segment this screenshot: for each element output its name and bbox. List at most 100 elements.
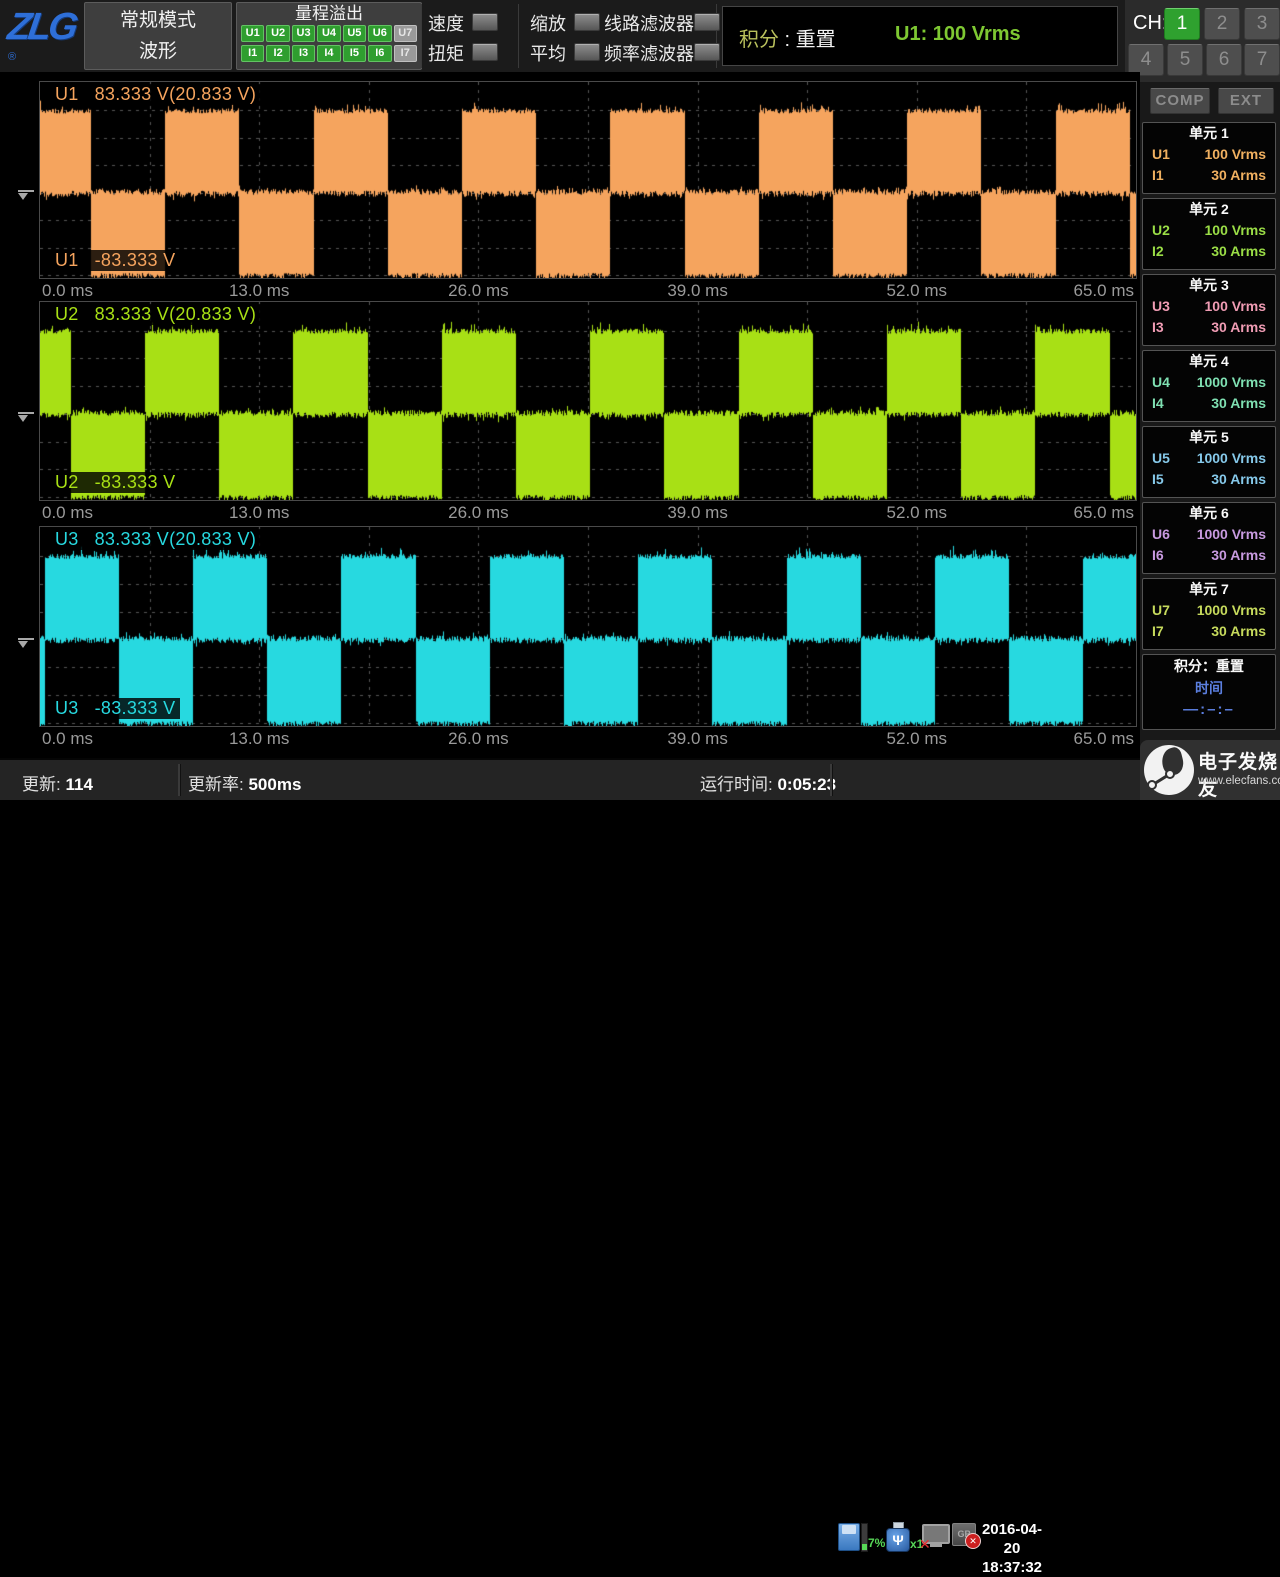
u3-scale-label: U383.333 V(20.833 V) [50,529,261,550]
time-tick: 65.0 ms [1074,729,1134,749]
time-tick: 0.0 ms [42,729,93,749]
unit-voltage-row: U1100 Vrms [1143,144,1275,165]
right-sidebar: COMP EXT 单元 1U1100 VrmsI130 Arms单元 2U210… [1140,82,1280,758]
unit-box-1: 单元 1U1100 VrmsI130 Arms [1142,122,1276,194]
u2-neg-label: U2-83.333 V [50,472,180,493]
speed-toggle[interactable] [472,13,498,31]
unit-current-row: I730 Arms [1143,621,1275,642]
status-bar: 更新: 114 更新率: 500ms 运行时间: 0:05:23 7% Ψ x1… [0,758,1280,800]
time-axis-u3: 0.0 ms13.0 ms26.0 ms39.0 ms52.0 ms65.0 m… [40,728,1136,750]
time-tick: 13.0 ms [229,503,289,523]
update-rate: 更新率: 500ms [188,770,301,795]
unit-box-4: 单元 4U41000 VrmsI430 Arms [1142,350,1276,422]
usb-icon: Ψ [886,1522,910,1552]
time-tick: 0.0 ms [42,281,93,301]
integral-time-box: 积分：重置 时间 —:–:– [1142,654,1276,730]
remote-display-icon: ✕ [922,1524,950,1550]
integral-time-label: 时间 [1143,677,1275,699]
range-overflow-panel: 量程溢出 U1U2U3U4U5U6U7 I1I2I3I4I5I6I7 [236,2,422,70]
unit-current-row: I630 Arms [1143,545,1275,566]
mode-line2: 波形 [85,36,231,67]
time-tick: 39.0 ms [667,729,727,749]
voltage-overflow-badges: U1U2U3U4U5U6U7 [237,25,421,42]
torque-toggle[interactable] [472,43,498,61]
mode-line1: 常规模式 [85,5,231,36]
zlg-logo: ZLG ® [8,6,78,66]
channel-button-7[interactable]: 7 [1244,44,1280,76]
unit-box-3: 单元 3U3100 VrmsI330 Arms [1142,274,1276,346]
overflow-badge-u6: U6 [368,25,391,42]
unit-title: 单元 1 [1143,123,1275,144]
unit-title: 单元 4 [1143,351,1275,372]
overflow-badge-i3: I3 [292,45,315,62]
zero-marker-u2 [18,412,34,422]
channel-button-3[interactable]: 3 [1244,8,1280,40]
overflow-badge-u3: U3 [292,25,315,42]
time-tick: 52.0 ms [887,729,947,749]
zero-marker-u1 [18,190,34,200]
zoom-label: 缩放 [530,10,566,36]
overflow-badge-u1: U1 [241,25,264,42]
top-toolbar: ZLG® 常规模式 波形 量程溢出 U1U2U3U4U5U6U7 I1I2I3I… [0,0,1125,72]
unit-voltage-row: U41000 Vrms [1143,372,1275,393]
unit-box-2: 单元 2U2100 VrmsI230 Arms [1142,198,1276,270]
time-axis-u1: 0.0 ms13.0 ms26.0 ms39.0 ms52.0 ms65.0 m… [40,280,1136,302]
zoom-toggle[interactable] [574,13,600,31]
time-tick: 65.0 ms [1074,503,1134,523]
waveform-u2 [40,302,1136,500]
overflow-badge-i7: I7 [394,45,417,62]
status-display: 积分 : 重置 U1: 100 Vrms [722,6,1118,66]
waveform-u1 [40,82,1136,278]
time-tick: 26.0 ms [448,503,508,523]
time-tick: 65.0 ms [1074,281,1134,301]
line-filter-label: 线路滤波器 [604,10,694,36]
zero-marker-u3 [18,638,34,648]
unit-title: 单元 7 [1143,579,1275,600]
unit-voltage-row: U61000 Vrms [1143,524,1275,545]
unit-voltage-row: U2100 Vrms [1143,220,1275,241]
time-tick: 52.0 ms [887,503,947,523]
average-toggle[interactable] [574,43,600,61]
unit-title: 单元 6 [1143,503,1275,524]
overflow-badge-i2: I2 [266,45,289,62]
disk-usage-value: 7% [868,1536,885,1550]
overflow-badge-u2: U2 [266,25,289,42]
divider [421,4,422,68]
unit-title: 单元 2 [1143,199,1275,220]
channel-readout: U1: 100 Vrms [895,23,1021,46]
overflow-badge-u7: U7 [394,25,417,42]
unit-box-5: 单元 5U51000 VrmsI530 Arms [1142,426,1276,498]
mode-button[interactable]: 常规模式 波形 [84,2,232,70]
unit-title: 单元 5 [1143,427,1275,448]
freq-filter-label: 频率滤波器 [604,40,694,66]
freq-filter-toggle[interactable] [694,43,720,61]
channel-button-6[interactable]: 6 [1206,44,1242,76]
unit-voltage-row: U71000 Vrms [1143,600,1275,621]
watermark-title: 电子发烧友 [1198,747,1280,801]
unit-title: 单元 3 [1143,275,1275,296]
registered-mark: ® [8,51,16,63]
channel-button-5[interactable]: 5 [1167,44,1203,76]
channel-button-2[interactable]: 2 [1204,8,1240,40]
line-filter-toggle[interactable] [694,13,720,31]
range-overflow-title: 量程溢出 [237,3,421,25]
elecfans-logo-icon [1144,745,1194,795]
channel-button-1[interactable]: 1 [1164,8,1200,40]
u1-neg-label: U1-83.333 V [50,250,180,271]
u2-scale-label: U283.333 V(20.833 V) [50,304,261,325]
unit-box-7: 单元 7U71000 VrmsI730 Arms [1142,578,1276,650]
zlg-logo-text: ZLG [5,6,78,49]
divider [830,764,832,796]
overflow-badge-i1: I1 [241,45,264,62]
unit-current-row: I130 Arms [1143,165,1275,186]
overflow-badge-u4: U4 [317,25,340,42]
time-tick: 39.0 ms [667,281,727,301]
overflow-badge-u5: U5 [343,25,366,42]
time-tick: 52.0 ms [887,281,947,301]
time-tick: 0.0 ms [42,503,93,523]
ext-button[interactable]: EXT [1218,88,1274,114]
disk-usage-icon [838,1523,868,1551]
comp-button[interactable]: COMP [1150,88,1210,114]
time-tick: 13.0 ms [229,729,289,749]
divider [178,764,180,796]
